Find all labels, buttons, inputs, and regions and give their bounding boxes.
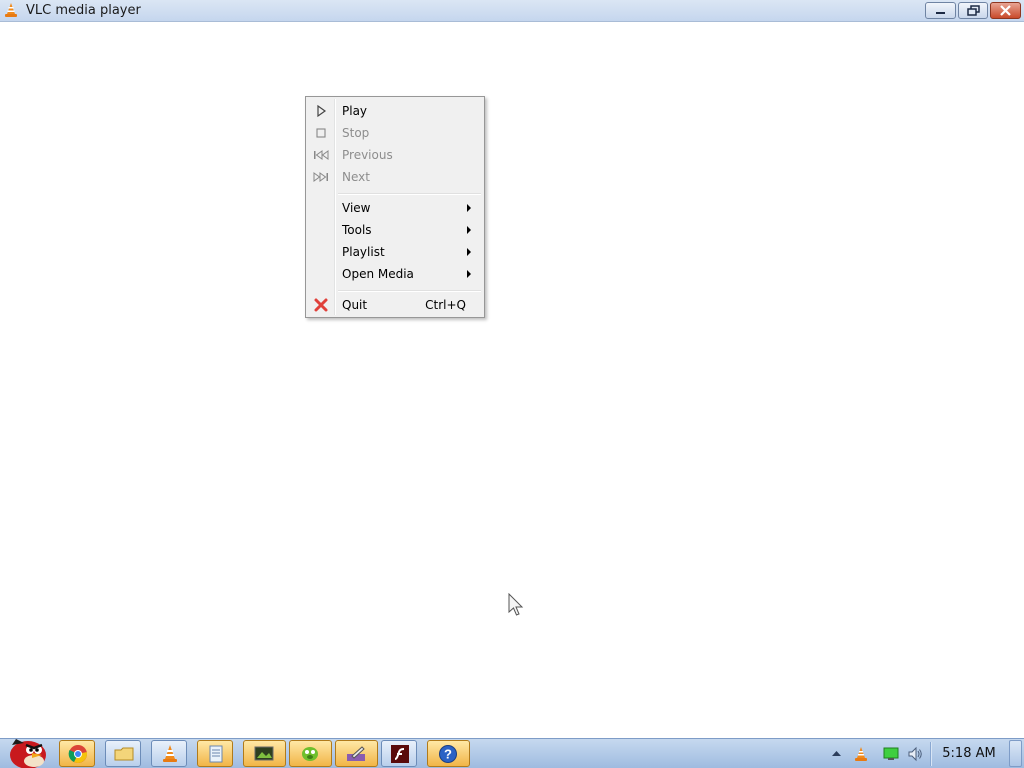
tray-divider (930, 742, 932, 766)
window-title-bar[interactable]: VLC media player (0, 0, 1024, 22)
menu-item-tools[interactable]: Tools (308, 219, 482, 241)
vlc-cone-icon (5, 3, 17, 17)
taskbar-button-game[interactable] (289, 740, 332, 767)
paint-icon (347, 746, 365, 761)
menu-item-label: Stop (342, 126, 370, 140)
menu-item-open-media[interactable]: Open Media (308, 263, 482, 285)
menu-item-shortcut: Ctrl+Q (425, 298, 466, 312)
show-desktop-button[interactable] (1009, 740, 1022, 767)
folder-icon (114, 747, 134, 761)
taskbar-button-image-viewer[interactable] (243, 740, 286, 767)
menu-item-playlist[interactable]: Playlist (308, 241, 482, 263)
menu-item-play[interactable]: Play (308, 100, 482, 122)
taskbar-button-folder[interactable] (105, 740, 141, 767)
menu-item-label: Next (342, 170, 370, 184)
angry-bird-start-icon[interactable] (2, 731, 50, 768)
play-icon (317, 104, 327, 118)
taskbar-button-paint[interactable] (335, 740, 378, 767)
menu-separator (338, 290, 481, 292)
show-hidden-icons-arrow[interactable] (832, 750, 841, 757)
restore-icon (967, 5, 980, 16)
network-icon[interactable] (883, 746, 899, 762)
taskbar-button-help[interactable]: ? (427, 740, 470, 767)
menu-item-label: Playlist (342, 245, 385, 259)
taskbar-button-vlc[interactable] (151, 740, 187, 767)
volume-icon[interactable] (907, 746, 923, 762)
taskbar-button-notepad[interactable] (197, 740, 233, 767)
close-icon (1000, 5, 1011, 16)
image-viewer-icon (254, 746, 274, 761)
mouse-cursor-icon (508, 593, 524, 616)
context-menu: Play Stop Previous Next View Tools Playl… (305, 96, 485, 318)
restore-button[interactable] (958, 2, 988, 19)
submenu-arrow-icon (467, 270, 471, 278)
submenu-arrow-icon (467, 248, 471, 256)
window-title: VLC media player (26, 3, 141, 18)
submenu-arrow-icon (467, 226, 471, 234)
svg-text:?: ? (444, 747, 452, 762)
menu-item-label: Quit (342, 298, 368, 312)
menu-item-stop[interactable]: Stop (308, 122, 482, 144)
menu-item-previous[interactable]: Previous (308, 144, 482, 166)
menu-item-next[interactable]: Next (308, 166, 482, 188)
taskbar: ? 5:18 AM (0, 738, 1024, 768)
menu-item-label: Tools (342, 223, 372, 237)
menu-item-quit[interactable]: Quit Ctrl+Q (308, 294, 482, 316)
quit-x-icon (314, 298, 328, 312)
game-icon (302, 747, 318, 761)
menu-item-label: Play (342, 104, 368, 118)
minimize-button[interactable] (925, 2, 956, 19)
vlc-cone-icon[interactable] (853, 746, 869, 762)
next-icon (313, 172, 328, 182)
notepad-icon (209, 745, 223, 763)
chrome-icon (68, 745, 88, 763)
previous-icon (314, 150, 329, 160)
taskbar-button-flash[interactable] (381, 740, 417, 767)
minimize-icon (936, 12, 945, 14)
menu-separator (338, 193, 481, 195)
stop-icon (316, 128, 326, 138)
menu-item-view[interactable]: View (308, 197, 482, 219)
vlc-cone-icon (163, 745, 177, 762)
taskbar-clock[interactable]: 5:18 AM (936, 739, 1002, 768)
menu-item-label: Previous (342, 148, 393, 162)
close-button[interactable] (990, 2, 1021, 19)
video-area[interactable] (0, 22, 1024, 738)
menu-item-label: View (342, 201, 371, 215)
taskbar-button-chrome[interactable] (59, 740, 95, 767)
help-icon: ? (439, 745, 457, 763)
flash-icon (391, 745, 409, 763)
menu-item-label: Open Media (342, 267, 414, 281)
submenu-arrow-icon (467, 204, 471, 212)
